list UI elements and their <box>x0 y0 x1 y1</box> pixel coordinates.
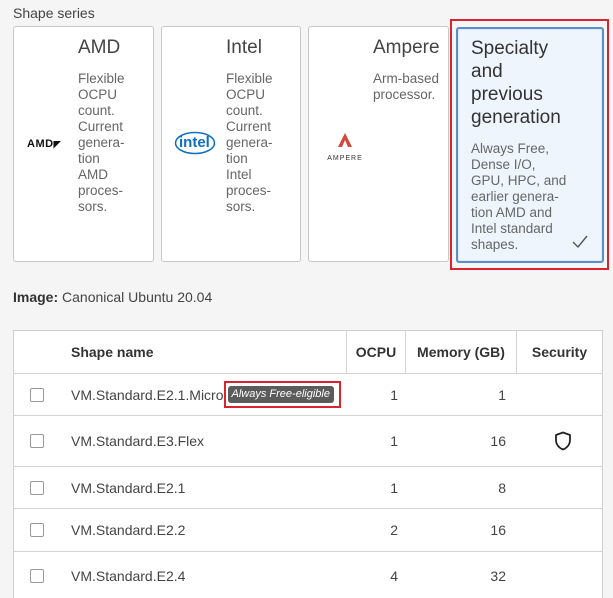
row-select[interactable] <box>30 467 50 508</box>
shape-name: VM.Standard.E2.1 <box>71 479 186 496</box>
table-row[interactable]: VM.Standard.E2.1.Micro Always Free-eligi… <box>14 374 602 416</box>
ocpu-cell: 1 <box>390 433 398 449</box>
shield-icon <box>555 431 571 451</box>
row-checkbox[interactable] <box>30 568 44 583</box>
row-select[interactable] <box>30 374 50 415</box>
image-value: Canonical Ubuntu 20.04 <box>62 289 213 305</box>
shape-series-label: Shape series <box>13 5 95 21</box>
shape-card-specialty[interactable]: Specialty and previous generation Always… <box>456 27 604 263</box>
card-title: Intel <box>226 37 262 58</box>
shapes-table: Shape name OCPU Memory (GB) Security VM.… <box>13 330 603 598</box>
shape-name: VM.Standard.E3.Flex <box>71 433 205 449</box>
shape-card-amd[interactable]: AMD Flexible OCPU count. Current genera-… <box>13 26 154 262</box>
card-title: Specialty and previous generation <box>471 38 561 128</box>
memory-cell: 16 <box>490 433 506 449</box>
memory-cell: 16 <box>490 522 506 538</box>
card-title: Ampere <box>373 37 440 58</box>
always-free-badge: Always Free-eligible <box>227 386 334 403</box>
shape-card-intel[interactable]: Intel Flexible OCPU count. Current gener… <box>161 26 301 262</box>
shape-card-ampere[interactable]: Ampere Arm-based processor. AMPERE <box>308 26 449 262</box>
row-select[interactable] <box>30 416 50 466</box>
column-header-security[interactable]: Security <box>517 331 602 373</box>
select-column-header <box>14 331 56 373</box>
row-checkbox[interactable] <box>30 480 44 495</box>
memory-cell: 32 <box>490 567 506 584</box>
shape-name: VM.Standard.E2.2 <box>71 522 186 538</box>
amd-logo: AMD◤ <box>27 138 61 150</box>
image-label: Image: <box>13 289 59 305</box>
ocpu-cell: 4 <box>390 567 398 584</box>
row-checkbox[interactable] <box>30 387 44 402</box>
card-description: Flexible OCPU count. Current genera- tio… <box>78 71 125 214</box>
memory-cell: 1 <box>498 386 506 403</box>
checkmark-icon <box>572 235 588 254</box>
image-info: Image: Canonical Ubuntu 20.04 <box>13 289 212 305</box>
shape-name-cell: VM.Standard.E2.1.Micro Always Free-eligi… <box>71 374 361 415</box>
table-row[interactable]: VM.Standard.E2.1 1 8 <box>14 467 602 509</box>
row-checkbox[interactable] <box>30 434 44 448</box>
column-header-ocpu[interactable]: OCPU <box>347 331 406 373</box>
row-checkbox[interactable] <box>30 523 44 537</box>
security-cell <box>554 416 578 466</box>
memory-cell: 8 <box>498 479 506 496</box>
card-description: Arm-based processor. <box>373 71 440 102</box>
table-row[interactable]: VM.Standard.E3.Flex 1 16 <box>14 416 602 467</box>
shape-name: VM.Standard.E2.1.Micro <box>71 386 224 403</box>
intel-logo: intel <box>174 131 216 155</box>
ocpu-cell: 1 <box>390 479 398 496</box>
table-row[interactable]: VM.Standard.E2.2 2 16 <box>14 509 602 552</box>
row-select[interactable] <box>30 552 50 598</box>
row-select[interactable] <box>30 509 50 551</box>
card-description: Flexible OCPU count. Current genera- tio… <box>226 71 273 214</box>
card-title: AMD <box>78 37 121 58</box>
column-header-memory[interactable]: Memory (GB) <box>406 331 517 373</box>
ocpu-cell: 1 <box>390 386 398 403</box>
table-row[interactable]: VM.Standard.E2.4 4 32 <box>14 552 602 598</box>
column-header-shape-name[interactable]: Shape name <box>56 331 347 373</box>
table-header: Shape name OCPU Memory (GB) Security <box>14 331 602 374</box>
ocpu-cell: 2 <box>390 522 398 538</box>
shape-name: VM.Standard.E2.4 <box>71 567 186 584</box>
ampere-logo: AMPERE <box>323 133 367 165</box>
